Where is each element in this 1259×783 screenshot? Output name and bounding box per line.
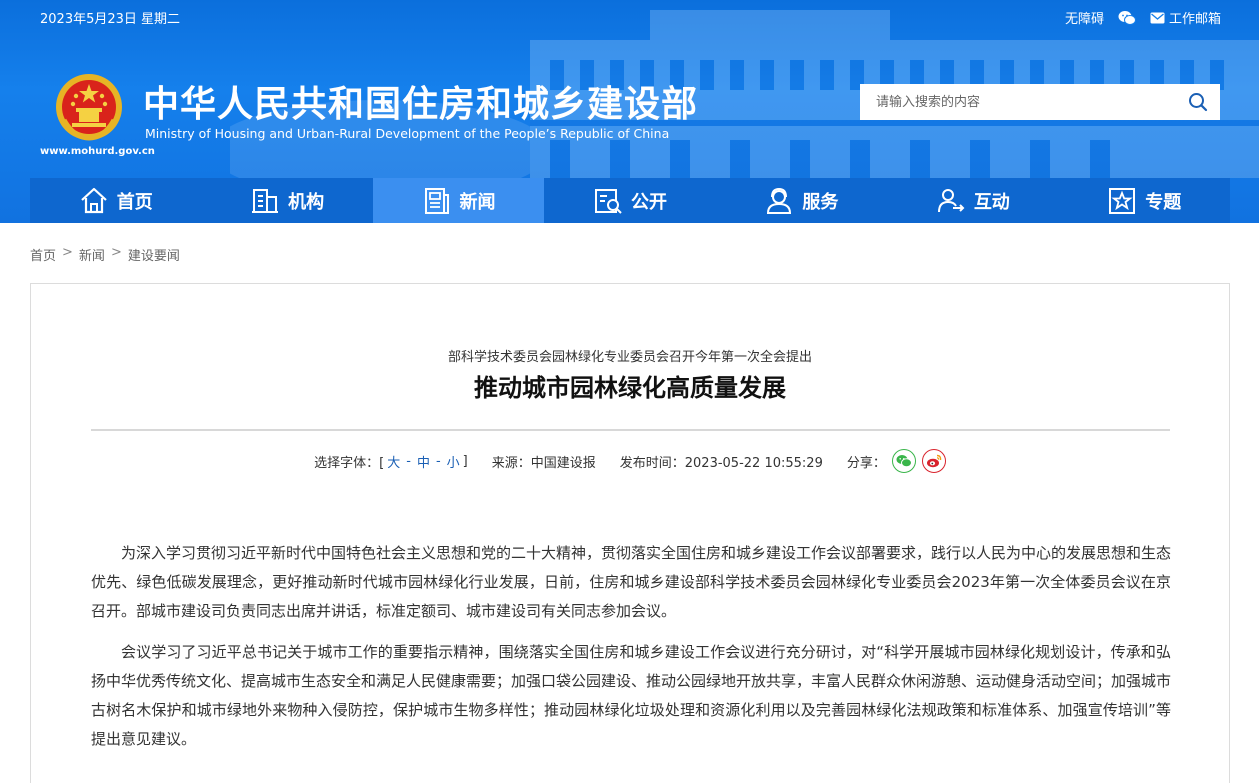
breadcrumb: 首页 > 新闻 > 建设要闻	[30, 245, 180, 264]
nav-item-disclosure[interactable]: 公开	[544, 178, 715, 223]
nav-label-topics: 专题	[1145, 191, 1182, 213]
interaction-icon	[937, 188, 965, 212]
nav-item-service[interactable]: 服务	[716, 178, 887, 223]
nav-label-home: 首页	[116, 191, 153, 213]
article-paragraph: 为深入学习贯彻习近平新时代中国特色社会主义思想和党的二十大精神，贯彻落实全国住房…	[91, 544, 1172, 620]
topic-icon	[1109, 187, 1136, 214]
mail-icon	[1150, 12, 1165, 23]
font-size-large[interactable]: 大	[387, 452, 400, 471]
article-title: 推动城市园林绿化高质量发展	[474, 374, 786, 402]
site-url[interactable]: www.mohurd.gov.cn	[40, 146, 155, 157]
accessibility-link[interactable]: 无障碍	[1065, 8, 1104, 27]
breadcrumb-separator: >	[62, 245, 73, 260]
article-meta: 选择字体：[ 大 - 中 - 小 ] 来源：中国建设报 发布时间：2023-05…	[31, 449, 1229, 473]
disclosure-icon	[594, 188, 622, 214]
nav-label-interaction: 互动	[973, 191, 1010, 213]
font-size-dash: -	[435, 453, 441, 469]
nav-item-interaction[interactable]: 互动	[887, 178, 1058, 223]
topbar-links: 无障碍 工作邮箱	[1065, 8, 1221, 27]
nav-label-disclosure: 公开	[630, 191, 667, 213]
breadcrumb-news[interactable]: 新闻	[79, 245, 105, 264]
publish-time: 发布时间：2023-05-22 10:55:29	[619, 455, 823, 471]
font-size-small[interactable]: 小	[447, 452, 460, 471]
home-icon	[80, 187, 107, 213]
share-wechat-button[interactable]	[891, 449, 916, 473]
news-icon	[424, 187, 449, 214]
share-group: 分享：	[847, 449, 946, 473]
breadcrumb-home[interactable]: 首页	[30, 245, 56, 264]
font-size-medium[interactable]: 中	[417, 452, 430, 471]
search-button[interactable]	[1176, 84, 1220, 120]
article-paragraph: 会议学习了习近平总书记关于城市工作的重要指示精神，围绕落实全国住房和城乡建设工作…	[91, 643, 1172, 748]
national-emblem-icon[interactable]	[54, 72, 124, 142]
share-label: 分享：	[846, 455, 886, 471]
service-icon	[767, 187, 792, 214]
nav-label-service: 服务	[802, 191, 839, 213]
weibo-icon	[926, 454, 942, 468]
font-size-selector: 选择字体：[ 大 - 中 - 小 ]	[314, 452, 468, 471]
wechat-link[interactable]	[1118, 10, 1136, 26]
search-box	[860, 84, 1220, 120]
article-source: 来源：中国建设报	[491, 455, 596, 471]
site-title[interactable]: 中华人民共和国住房和城乡建设部	[143, 75, 698, 127]
main-nav: 首页 机构 新闻 公开 服务 互动 专题	[30, 178, 1230, 223]
wechat-icon	[1118, 10, 1136, 25]
font-select-close: ]	[462, 453, 468, 469]
font-select-label: 选择字体：[	[314, 455, 385, 471]
search-input[interactable]	[860, 84, 1176, 120]
nav-item-home[interactable]: 首页	[30, 178, 201, 223]
building-icon	[252, 188, 279, 213]
font-size-dash: -	[406, 453, 411, 469]
breadcrumb-construction-news[interactable]: 建设要闻	[128, 245, 180, 264]
nav-item-organization[interactable]: 机构	[201, 178, 372, 223]
nav-item-topics[interactable]: 专题	[1059, 178, 1230, 223]
article-body: 为深入学习贯彻习近平新时代中国特色社会主义思想和党的二十大精神，贯彻落实全国住房…	[91, 539, 1171, 766]
current-date: 2023年5月23日 星期二	[40, 12, 181, 27]
site-subtitle: Ministry of Housing and Urban-Rural Deve…	[145, 126, 670, 141]
nav-label-organization: 机构	[288, 191, 325, 213]
search-icon	[1189, 93, 1208, 112]
share-weibo-button[interactable]	[921, 449, 946, 473]
mail-label: 工作邮箱	[1168, 12, 1221, 27]
nav-item-news[interactable]: 新闻	[372, 178, 545, 223]
article-kicker: 部科学技术委员会园林绿化专业委员会召开今年第一次全会提出	[447, 350, 812, 365]
breadcrumb-separator: >	[110, 245, 122, 260]
wechat-icon	[896, 455, 912, 468]
mail-link[interactable]: 工作邮箱	[1150, 8, 1221, 27]
nav-label-news: 新闻	[459, 191, 496, 213]
title-divider	[91, 429, 1170, 431]
article-container: 部科学技术委员会园林绿化专业委员会召开今年第一次全会提出 推动城市园林绿化高质量…	[30, 283, 1230, 783]
